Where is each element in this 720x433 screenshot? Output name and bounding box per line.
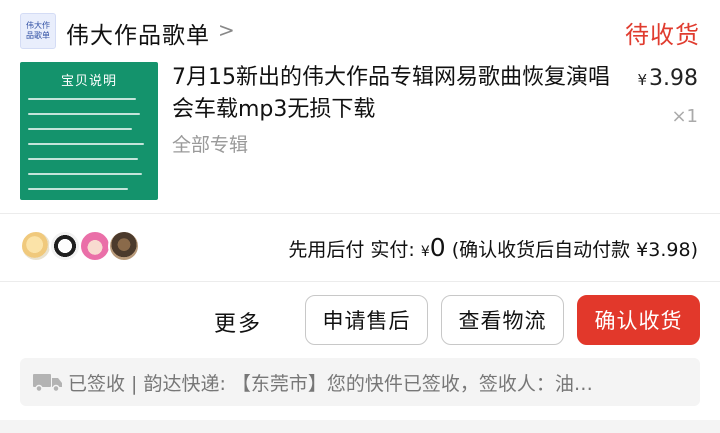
product-spec: 全部专辑 [172, 134, 249, 156]
order-status: 待收货 [625, 21, 700, 49]
logistics-banner[interactable]: 已签收 | 韵达快递: 【东莞市】您的快件已签收，签收人：油… [20, 358, 700, 406]
more-button[interactable]: 更多 [214, 306, 262, 338]
avatar [49, 230, 81, 262]
product-title[interactable]: 7月15新出的伟大作品专辑网易歌曲恢复演唱会车载mp3无损下载 [172, 62, 622, 126]
price-value: 3.98 [649, 66, 698, 91]
payment-summary: 先用后付 实付: ¥0 (确认收货后自动付款 ¥3.98) [288, 233, 698, 262]
shop-header[interactable]: 伟大作品歌单 伟大作品歌单 > 待收货 [0, 0, 720, 62]
price-symbol: ¥ [637, 71, 648, 89]
after-sale-button[interactable]: 申请售后 [305, 295, 428, 345]
thumbnail-title: 宝贝说明 [60, 74, 117, 89]
shop-logo[interactable]: 伟大作品歌单 [20, 13, 56, 49]
avatar [20, 230, 52, 262]
truck-icon [33, 374, 62, 392]
logistics-text: 已签收 | 韵达快递: 【东莞市】您的快件已签收，签收人：油… [68, 373, 593, 395]
payment-note: (确认收货后自动付款 ¥3.98) [445, 239, 698, 261]
payment-amount: 0 [429, 233, 446, 262]
avatar [79, 230, 111, 262]
divider [0, 213, 720, 214]
payment-currency: ¥ [420, 244, 430, 260]
shop-logo-text: 伟大作品歌单 [26, 21, 50, 40]
product-quantity: ×1 [671, 106, 698, 127]
product-price: ¥3.98 [637, 66, 698, 91]
page-bottom-gap [0, 420, 720, 433]
shop-name[interactable]: 伟大作品歌单 [66, 16, 210, 50]
payment-label: 先用后付 实付: [288, 239, 421, 261]
view-logistics-button[interactable]: 查看物流 [441, 295, 564, 345]
divider [0, 281, 720, 282]
thumbnail-text-lines [28, 96, 152, 200]
product-thumbnail[interactable]: 宝贝说明 [20, 62, 158, 200]
avatar [108, 230, 140, 262]
confirm-receipt-button[interactable]: 确认收货 [577, 295, 700, 345]
chevron-right-icon[interactable]: > [218, 18, 235, 42]
